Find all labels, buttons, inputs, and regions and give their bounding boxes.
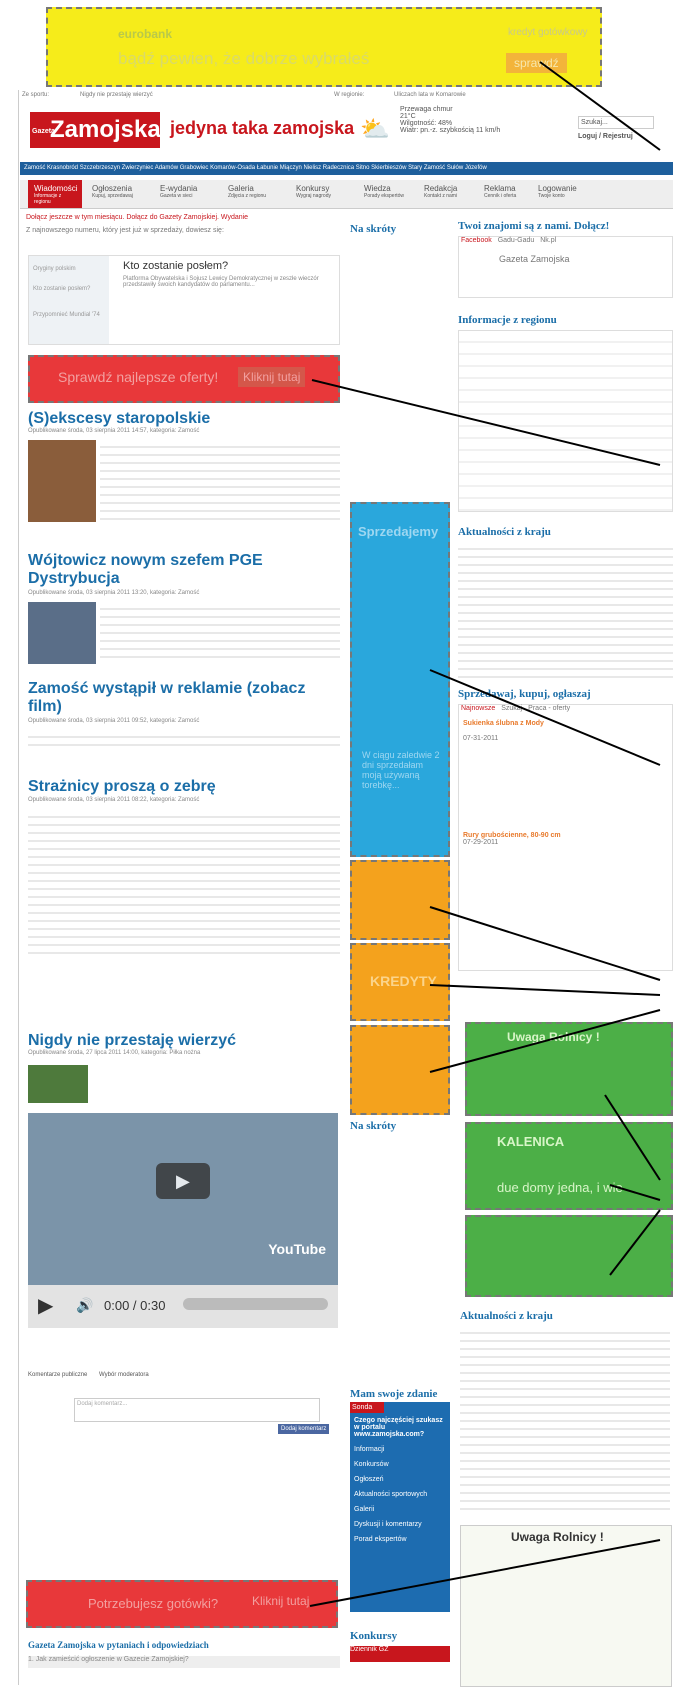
annotation-arrows: [309, 61, 661, 1607]
